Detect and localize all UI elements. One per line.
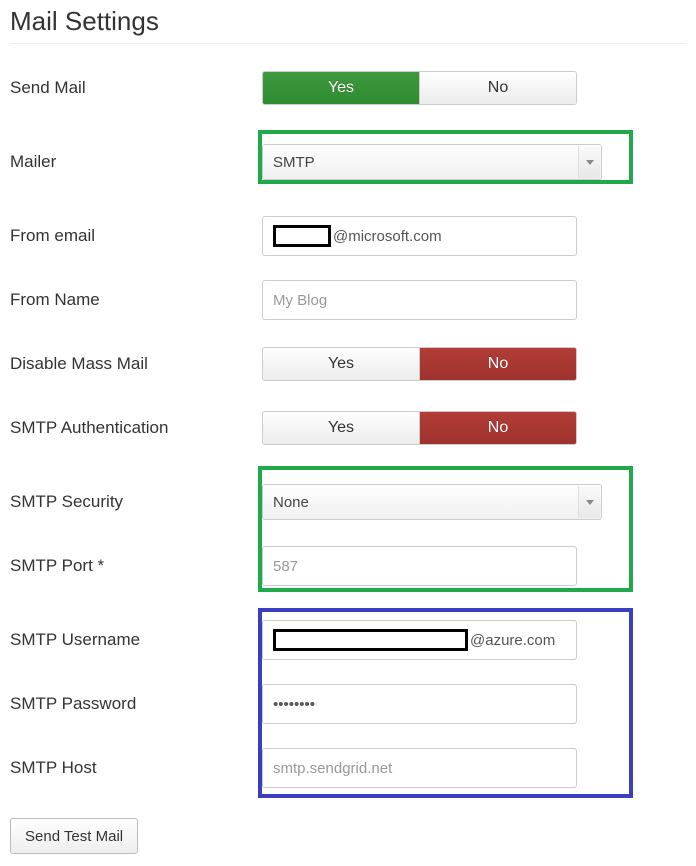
input-from-email[interactable]: @microsoft.com: [262, 216, 577, 256]
label-send-mail: Send Mail: [10, 78, 262, 98]
label-smtp-auth: SMTP Authentication: [10, 418, 262, 438]
label-disable-mass: Disable Mass Mail: [10, 354, 262, 374]
label-from-email: From email: [10, 226, 262, 246]
input-smtp-username-value: @azure.com: [470, 632, 555, 649]
row-smtp-username: SMTP Username @azure.com: [10, 620, 686, 660]
input-from-name[interactable]: My Blog: [262, 280, 577, 320]
label-smtp-host: SMTP Host: [10, 758, 262, 778]
row-send-mail: Send Mail Yes No: [10, 68, 686, 108]
input-smtp-host[interactable]: smtp.sendgrid.net: [262, 748, 577, 788]
toggle-send-mail: Yes No: [262, 71, 577, 105]
input-smtp-host-value: smtp.sendgrid.net: [273, 760, 392, 777]
input-smtp-username[interactable]: @azure.com: [262, 620, 577, 660]
row-smtp-auth: SMTP Authentication Yes No: [10, 408, 686, 448]
redacted-text: [273, 225, 331, 247]
toggle-disable-mass-no[interactable]: No: [420, 348, 576, 380]
redacted-text: [273, 629, 468, 651]
label-smtp-password: SMTP Password: [10, 694, 262, 714]
input-smtp-password[interactable]: ••••••••: [262, 684, 577, 724]
input-smtp-port-value: 587: [273, 558, 298, 575]
toggle-disable-mass: Yes No: [262, 347, 577, 381]
row-smtp-password: SMTP Password ••••••••: [10, 684, 686, 724]
row-disable-mass: Disable Mass Mail Yes No: [10, 344, 686, 384]
label-smtp-security: SMTP Security: [10, 492, 262, 512]
chevron-down-icon: [578, 146, 600, 178]
select-smtp-security-value: None: [273, 494, 591, 511]
toggle-send-mail-yes[interactable]: Yes: [263, 72, 420, 104]
page-title: Mail Settings: [10, 6, 686, 44]
input-from-email-value: @microsoft.com: [333, 228, 442, 245]
select-mailer-value: SMTP: [273, 154, 591, 171]
select-mailer[interactable]: SMTP: [262, 144, 602, 180]
label-smtp-username: SMTP Username: [10, 630, 262, 650]
row-from-email: From email @microsoft.com: [10, 216, 686, 256]
toggle-smtp-auth-no[interactable]: No: [420, 412, 576, 444]
row-mailer: Mailer SMTP: [10, 142, 686, 182]
label-smtp-port: SMTP Port *: [10, 556, 262, 576]
chevron-down-icon: [578, 486, 600, 518]
label-from-name: From Name: [10, 290, 262, 310]
row-smtp-port: SMTP Port * 587: [10, 546, 686, 586]
row-smtp-host: SMTP Host smtp.sendgrid.net: [10, 748, 686, 788]
toggle-smtp-auth: Yes No: [262, 411, 577, 445]
toggle-smtp-auth-yes[interactable]: Yes: [263, 412, 420, 444]
row-from-name: From Name My Blog: [10, 280, 686, 320]
toggle-disable-mass-yes[interactable]: Yes: [263, 348, 420, 380]
label-mailer: Mailer: [10, 152, 262, 172]
row-smtp-security: SMTP Security None: [10, 482, 686, 522]
send-test-mail-button[interactable]: Send Test Mail: [10, 818, 138, 854]
mail-settings-form: Send Mail Yes No Mailer SMTP From email …: [10, 68, 686, 788]
input-smtp-password-value: ••••••••: [273, 696, 315, 713]
select-smtp-security[interactable]: None: [262, 484, 602, 520]
input-from-name-value: My Blog: [273, 292, 327, 309]
input-smtp-port[interactable]: 587: [262, 546, 577, 586]
toggle-send-mail-no[interactable]: No: [420, 72, 576, 104]
